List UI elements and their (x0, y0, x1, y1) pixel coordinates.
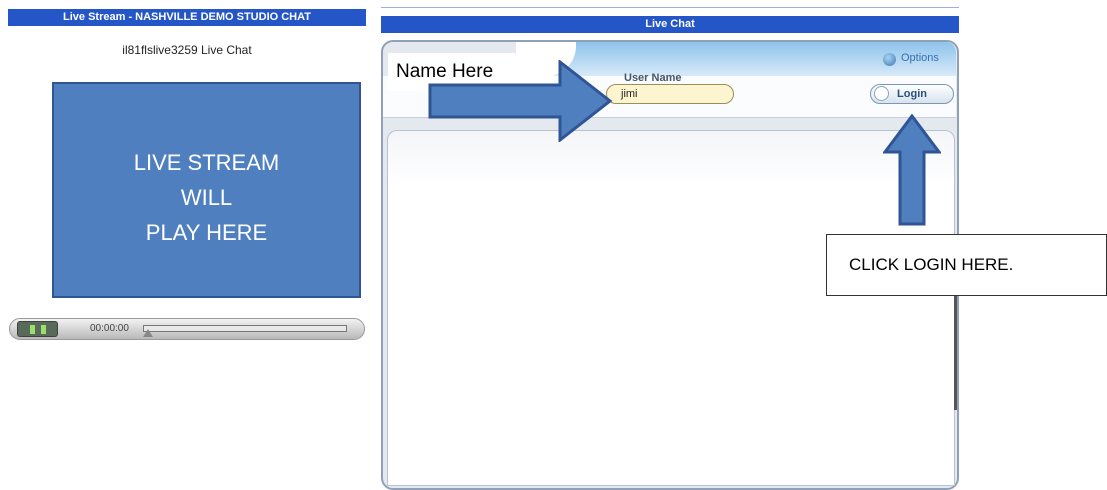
stream-subtitle: il81flslive3259 Live Chat (122, 43, 252, 57)
user-name-label: User Name (624, 72, 682, 84)
pause-icon (30, 325, 35, 334)
pause-button[interactable] (17, 321, 58, 337)
player-time: 00:00:00 (90, 323, 129, 334)
video-placeholder-line: LIVE STREAM (133, 150, 280, 175)
seek-bar[interactable] (143, 325, 347, 332)
arrow-up-icon (883, 114, 941, 226)
video-player-area[interactable]: LIVE STREAM WILL PLAY HERE (52, 82, 361, 298)
pause-icon (41, 325, 46, 334)
options-icon[interactable] (883, 53, 896, 66)
top-divider (381, 7, 959, 8)
click-login-callout: CLICK LOGIN HERE. (826, 234, 1107, 296)
user-name-input[interactable]: jimi (606, 84, 734, 104)
arrow-right-icon (428, 60, 613, 142)
login-button-icon (874, 86, 889, 101)
video-placeholder-line: WILL (180, 185, 233, 210)
live-chat-header: Live Chat (381, 16, 959, 33)
live-stream-header: Live Stream - NASHVILLE DEMO STUDIO CHAT (8, 9, 366, 26)
options-link[interactable]: Options (901, 52, 939, 64)
chat-message-area[interactable] (387, 130, 955, 486)
seek-thumb-icon[interactable] (143, 329, 153, 337)
video-placeholder-line: PLAY HERE (145, 220, 268, 245)
